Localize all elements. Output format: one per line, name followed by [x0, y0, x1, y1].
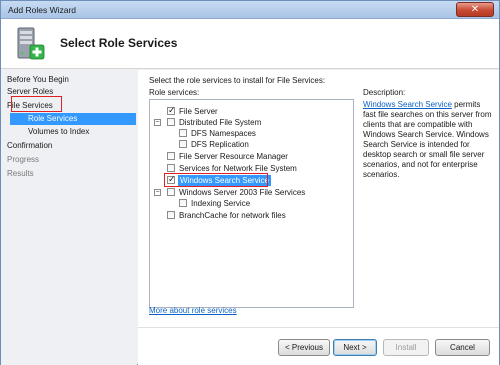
branchcache-checkbox[interactable] — [167, 211, 175, 219]
step-results: Results — [7, 169, 34, 178]
previous-button[interactable]: < Previous — [278, 339, 330, 356]
add-roles-wizard-window: Add Roles Wizard ✕ Select Role Services … — [0, 0, 500, 365]
nfs-checkbox[interactable] — [167, 164, 175, 172]
file-services-highlight-outline — [11, 96, 62, 112]
server-add-icon — [17, 27, 45, 60]
role-services-tree[interactable]: File Server − Distributed File System DF… — [149, 99, 354, 308]
wizard-steps-sidebar: Before You Begin Server Roles File Servi… — [1, 70, 137, 365]
windows-search-highlight-outline — [164, 173, 268, 187]
step-before-you-begin[interactable]: Before You Begin — [7, 74, 69, 86]
title-bar[interactable]: Add Roles Wizard ✕ — [1, 1, 499, 19]
description-link[interactable]: Windows Search Service — [363, 100, 452, 109]
dfs-replication-checkbox[interactable] — [179, 140, 187, 148]
indexing-service-checkbox[interactable] — [179, 199, 187, 207]
page-title: Select Role Services — [60, 36, 178, 50]
distributed-file-system-checkbox[interactable] — [167, 118, 175, 126]
cancel-button[interactable]: Cancel — [435, 339, 490, 356]
ws2003-file-services-checkbox[interactable] — [167, 188, 175, 196]
collapse-icon[interactable]: − — [154, 119, 161, 126]
role-services-label: Role services: — [149, 88, 200, 97]
dfs-namespaces-checkbox[interactable] — [179, 129, 187, 137]
instructions-text: Select the role services to install for … — [149, 76, 326, 85]
more-about-role-services-link[interactable]: More about role services — [149, 306, 237, 315]
wizard-header: Select Role Services — [1, 19, 499, 69]
wizard-button-bar: < Previous Next > Install Cancel — [138, 327, 499, 365]
step-confirmation[interactable]: Confirmation — [7, 140, 52, 152]
description-body: permits fast file searches on this serve… — [363, 100, 492, 179]
description-label: Description: — [363, 88, 406, 97]
window-title: Add Roles Wizard — [8, 5, 77, 15]
step-volumes-to-index[interactable]: Volumes to Index — [28, 126, 89, 138]
collapse-icon[interactable]: − — [154, 189, 161, 196]
install-button: Install — [383, 339, 429, 356]
main-content: Select the role services to install for … — [138, 70, 499, 365]
fsrm-checkbox[interactable] — [167, 152, 175, 160]
next-button[interactable]: Next > — [333, 339, 377, 356]
step-progress: Progress — [7, 155, 40, 164]
step-role-services[interactable]: Role Services — [10, 113, 136, 125]
file-server-checkbox[interactable] — [167, 105, 176, 116]
close-button[interactable]: ✕ — [456, 2, 494, 17]
description-text: Windows Search Service permits fast file… — [363, 100, 493, 180]
